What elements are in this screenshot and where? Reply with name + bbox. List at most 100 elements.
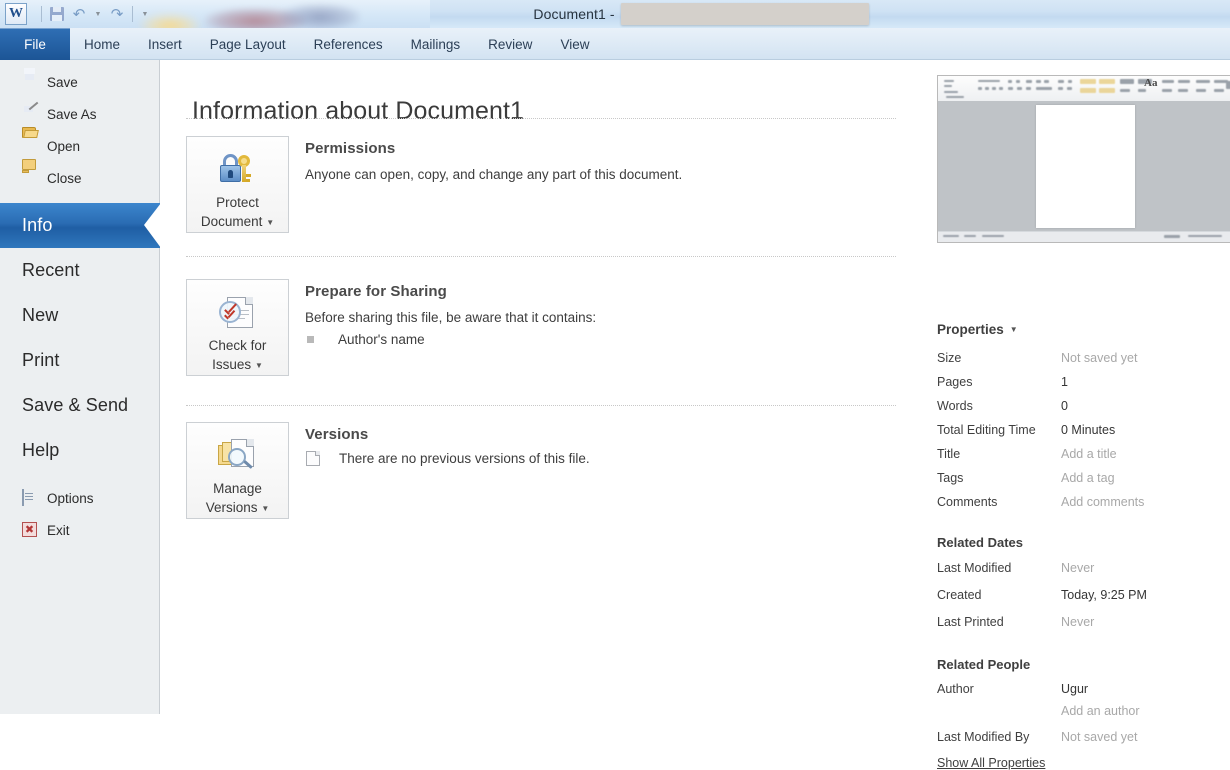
section-versions: Manage Versions ▼ Versions There are no … bbox=[186, 422, 906, 519]
prepare-for-sharing-body: Before sharing this file, be aware that … bbox=[305, 310, 597, 325]
property-value: Never bbox=[1061, 615, 1095, 629]
property-value[interactable]: Add comments bbox=[1061, 495, 1144, 509]
property-value: Today, 9:25 PM bbox=[1061, 588, 1147, 602]
manage-versions-button[interactable]: Manage Versions ▼ bbox=[186, 422, 289, 519]
property-row-last-printed: Last Printed Never bbox=[937, 615, 1227, 629]
manage-versions-icon bbox=[217, 437, 258, 475]
sidebar-item-help[interactable]: Help bbox=[0, 428, 159, 473]
sidebar-item-new[interactable]: New bbox=[0, 293, 159, 338]
property-row-title[interactable]: Title Add a title bbox=[937, 447, 1227, 461]
tab-page-layout[interactable]: Page Layout bbox=[196, 28, 300, 60]
word-backstage-window: W ↶ ▼ ↷ ▼ Document1 - File Home Insert P… bbox=[0, 0, 1230, 770]
sidebar-item-close[interactable]: Close bbox=[0, 159, 159, 194]
divider-top bbox=[186, 118, 896, 119]
property-row-tags[interactable]: Tags Add a tag bbox=[937, 471, 1227, 485]
selection-arrow-icon bbox=[144, 203, 161, 248]
tab-file[interactable]: File bbox=[0, 28, 70, 60]
sidebar-item-open[interactable]: Open bbox=[0, 127, 159, 162]
protect-document-label-line2: Document bbox=[200, 214, 263, 229]
thumbnail-page bbox=[1036, 105, 1135, 228]
property-key: Last Modified bbox=[937, 561, 1012, 575]
related-dates-heading: Related Dates bbox=[937, 535, 1023, 550]
tab-references[interactable]: References bbox=[300, 28, 397, 60]
property-key: Created bbox=[937, 588, 982, 602]
property-key: Tags bbox=[937, 471, 964, 485]
prepare-for-sharing-text: Prepare for Sharing Before sharing this … bbox=[305, 279, 596, 347]
property-value[interactable]: Add a tag bbox=[1061, 471, 1115, 485]
show-all-properties-link[interactable]: Show All Properties bbox=[937, 756, 1045, 770]
property-key: Pages bbox=[937, 375, 973, 389]
chevron-down-icon[interactable]: ▼ bbox=[266, 218, 274, 227]
sidebar-item-save[interactable]: Save bbox=[0, 66, 159, 98]
tab-insert[interactable]: Insert bbox=[134, 28, 196, 60]
versions-note-row: There are no previous versions of this f… bbox=[305, 451, 590, 466]
property-row-words: Words 0 bbox=[937, 399, 1227, 413]
check-for-issues-label-line2: Issues bbox=[212, 357, 252, 372]
property-value[interactable]: Add a title bbox=[1061, 447, 1117, 461]
sidebar-item-label: Info bbox=[22, 215, 53, 235]
property-key: Total Editing Time bbox=[937, 423, 1036, 437]
property-row-last-modified-by: Last Modified By Not saved yet bbox=[937, 730, 1227, 744]
permissions-body: Anyone can open, copy, and change any pa… bbox=[305, 167, 683, 182]
sidebar-item-print[interactable]: Print bbox=[0, 338, 159, 383]
chevron-down-icon[interactable]: ▼ bbox=[255, 361, 263, 370]
sidebar-item-save-and-send[interactable]: Save & Send bbox=[0, 383, 159, 428]
sidebar-item-label: Options bbox=[47, 490, 94, 506]
sidebar-item-label: New bbox=[22, 305, 59, 325]
sidebar-item-exit[interactable]: ✖ Exit bbox=[0, 514, 159, 546]
property-value: Not saved yet bbox=[1061, 730, 1138, 744]
property-row-author: Author Ugur bbox=[937, 682, 1227, 696]
property-row-add-an-author[interactable]: Add an author bbox=[937, 704, 1227, 718]
prepare-bullet-label: Author's name bbox=[338, 332, 425, 347]
sidebar-item-recent[interactable]: Recent bbox=[0, 248, 159, 293]
backstage-main-content: Information about Document1 Protect Docu… bbox=[161, 60, 930, 714]
backstage-sidebar: Save Save As Open Close Info Recent New … bbox=[0, 60, 161, 714]
sidebar-item-label: Save & Send bbox=[22, 395, 129, 415]
prepare-for-sharing-heading: Prepare for Sharing bbox=[305, 283, 447, 300]
property-key: Author bbox=[937, 682, 974, 696]
sidebar-item-options[interactable]: Options bbox=[0, 482, 159, 514]
bullet-square-icon bbox=[307, 336, 314, 343]
tab-review[interactable]: Review bbox=[474, 28, 546, 60]
property-value: 0 bbox=[1061, 399, 1068, 413]
thumbnail-ribbon: Aa bbox=[938, 76, 1230, 102]
sidebar-item-label: Save bbox=[47, 74, 78, 90]
document-preview-thumbnail[interactable]: Aa bbox=[937, 75, 1230, 243]
properties-label: Properties bbox=[937, 322, 1004, 337]
property-key: Last Modified By bbox=[937, 730, 1030, 744]
save-as-icon bbox=[22, 106, 38, 122]
sidebar-item-save-as[interactable]: Save As bbox=[0, 98, 159, 130]
divider-sharing bbox=[186, 405, 896, 406]
related-people-heading: Related People bbox=[937, 657, 1031, 672]
property-key: Size bbox=[937, 351, 962, 365]
sidebar-divider-2 bbox=[0, 473, 159, 482]
section-prepare-for-sharing: Check for Issues ▼ Prepare for Sharing B… bbox=[186, 279, 906, 376]
chevron-down-icon[interactable]: ▼ bbox=[261, 504, 269, 513]
check-for-issues-button[interactable]: Check for Issues ▼ bbox=[186, 279, 289, 376]
chevron-down-icon[interactable]: ▼ bbox=[1010, 325, 1018, 334]
document-title-text: Document1 - bbox=[533, 6, 615, 22]
tab-mailings[interactable]: Mailings bbox=[397, 28, 475, 60]
property-row-pages: Pages 1 bbox=[937, 375, 1227, 389]
exit-icon: ✖ bbox=[22, 522, 38, 538]
title-bar: W ↶ ▼ ↷ ▼ Document1 - bbox=[0, 0, 1230, 28]
title-redaction-block bbox=[620, 3, 869, 25]
window-title: Document1 - bbox=[0, 0, 1230, 28]
sidebar-item-label: Open bbox=[47, 138, 81, 154]
sidebar-item-label: Exit bbox=[47, 522, 70, 538]
sidebar-item-info[interactable]: Info bbox=[0, 203, 161, 248]
tab-home[interactable]: Home bbox=[70, 28, 134, 60]
versions-text: Versions There are no previous versions … bbox=[305, 422, 590, 466]
property-row-comments[interactable]: Comments Add comments bbox=[937, 495, 1227, 509]
check-for-issues-label-line1: Check for bbox=[208, 338, 267, 353]
divider-permissions bbox=[186, 256, 896, 257]
property-value[interactable]: Add an author bbox=[1061, 704, 1140, 718]
property-row-last-modified: Last Modified Never bbox=[937, 561, 1227, 575]
properties-dropdown[interactable]: Properties ▼ bbox=[937, 322, 1018, 337]
versions-heading: Versions bbox=[305, 426, 369, 443]
protect-document-button[interactable]: Protect Document ▼ bbox=[186, 136, 289, 233]
document-properties-panel: Aa Properties ▼ Size Not saved yet Pages… bbox=[930, 60, 1230, 770]
property-key: Last Printed bbox=[937, 615, 1004, 629]
tab-view[interactable]: View bbox=[546, 28, 603, 60]
save-icon bbox=[22, 74, 38, 90]
